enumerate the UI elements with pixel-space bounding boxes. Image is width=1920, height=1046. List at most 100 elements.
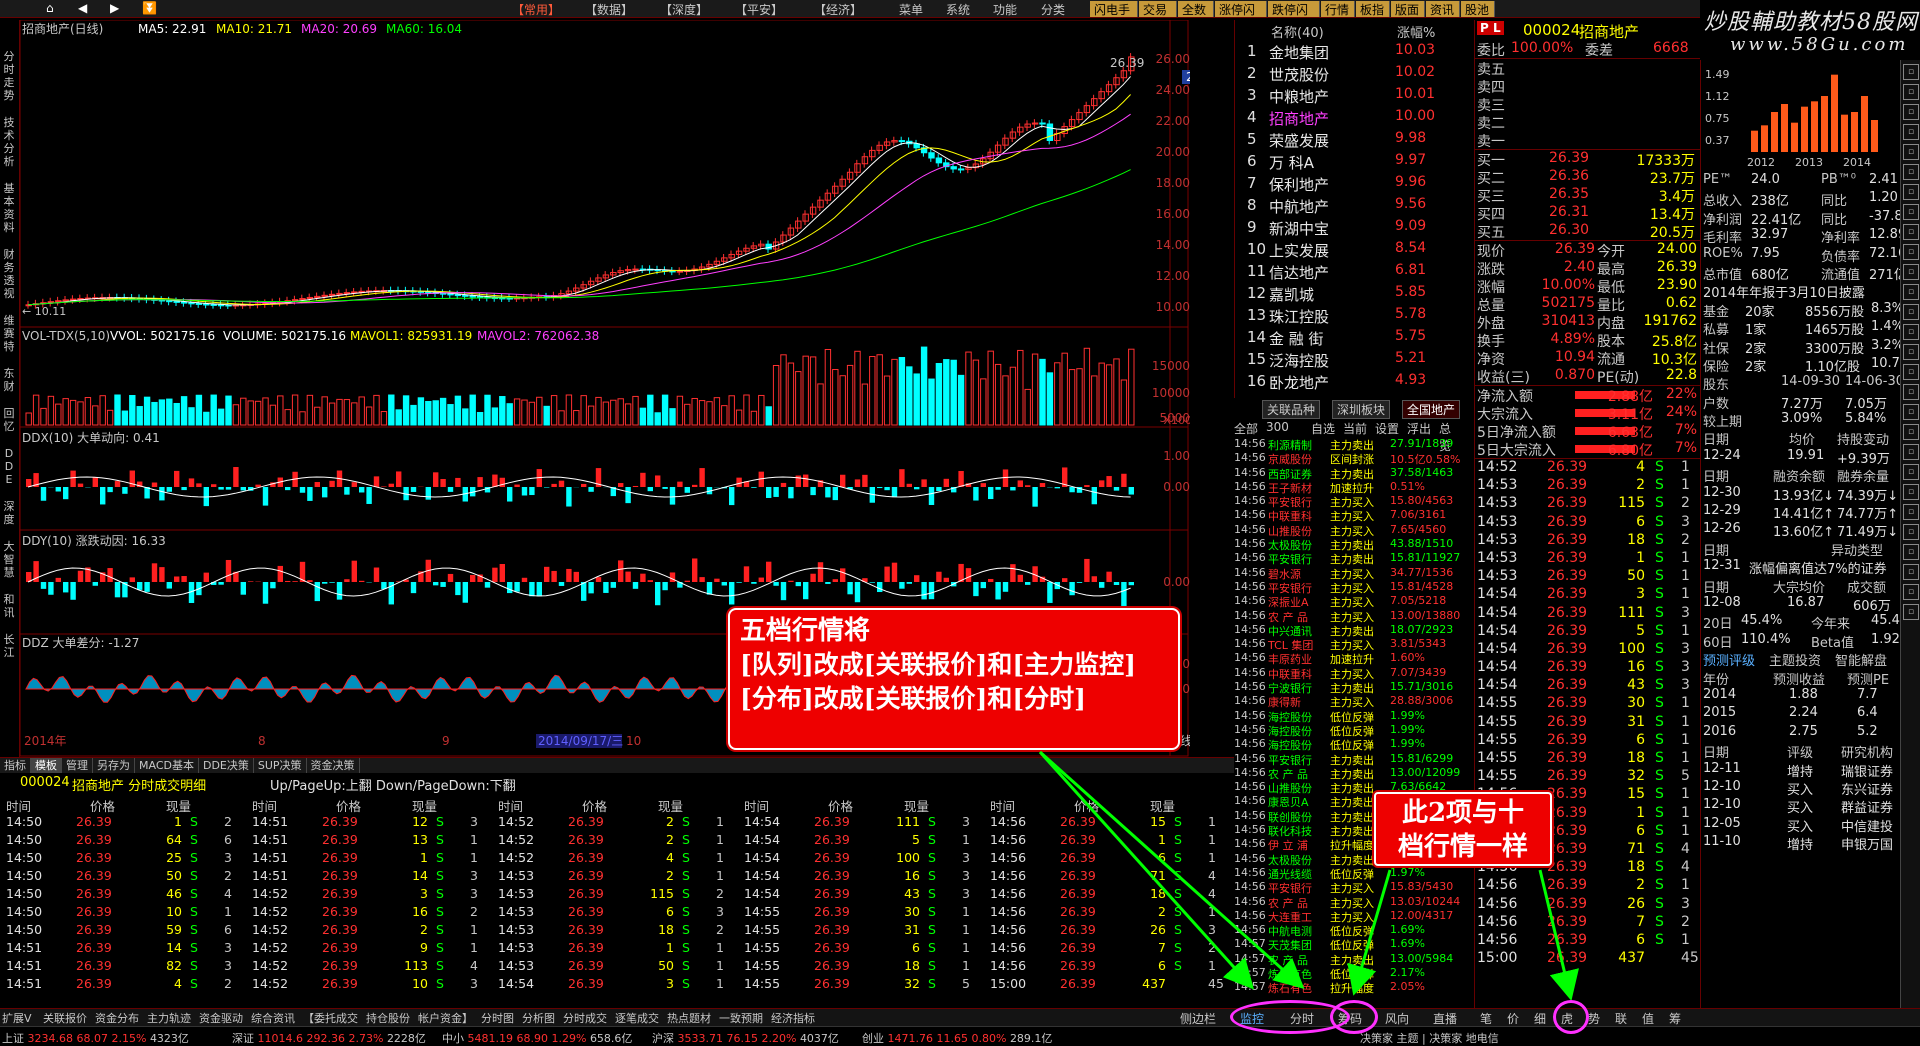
flow-row[interactable]: 14:56 海控股份 低位反弹 1.99% (1234, 709, 1460, 724)
flow-row[interactable]: 14:57 天茂集团 低位反弹 1.69% (1234, 937, 1460, 952)
indicator-tab-0[interactable]: 指标 (0, 758, 31, 773)
rank-row[interactable]: 6万 科A 9.97 (1235, 150, 1460, 172)
left-tab-5[interactable]: 东财 (2, 367, 16, 393)
bottom-tab-15[interactable]: 经济指标 (771, 1010, 815, 1026)
indicator-tab-5[interactable]: DDE决策 (199, 758, 254, 773)
side-tab-5[interactable]: 直播 (1433, 1010, 1457, 1027)
flow-row[interactable]: 14:56 太极股份 主力卖出 43.88/1510 (1234, 537, 1460, 552)
rank-row[interactable]: 2 世茂股份 10.02 (1235, 62, 1460, 84)
flow-row[interactable]: 14:56 京威股份 区间封涨 10.5亿0.58% (1234, 451, 1460, 466)
quick-tab-3[interactable]: 涨停闪卖 (1215, 1, 1267, 34)
bottom-tab-10[interactable]: 分析图 (522, 1010, 555, 1026)
tool-icon[interactable]: ▫ (1903, 84, 1919, 100)
flow-row[interactable]: 14:56 宁波银行 主力卖出 15.71/3016 (1234, 680, 1460, 695)
home-icon[interactable]: ⌂ (44, 1, 56, 17)
quote-tab-0[interactable]: 笔 (1480, 1010, 1492, 1027)
index-3[interactable]: 沪深 3533.71 76.15 2.20% 4037亿 (652, 1030, 839, 1046)
flow-row[interactable]: 14:56 王子新材 加速拉升 0.51% (1234, 480, 1460, 495)
left-tab-7[interactable]: DDE (2, 447, 16, 486)
tool-icon[interactable]: ▫ (1903, 104, 1919, 120)
tool-icon[interactable]: ▫ (1903, 384, 1919, 400)
bottom-tab-11[interactable]: 分时成交 (563, 1010, 607, 1026)
tool-icon[interactable]: ▫ (1903, 124, 1919, 140)
tool-icon[interactable]: ▫ (1903, 164, 1919, 180)
tool-icon[interactable]: ▫ (1903, 544, 1919, 560)
rank-row[interactable]: 11 信达地产 6.81 (1235, 260, 1460, 282)
index-0[interactable]: 上证 3234.68 68.07 2.15% 4323亿 (2, 1030, 189, 1046)
rank-row[interactable]: 15 泛海控股 5.21 (1235, 348, 1460, 370)
tool-icon[interactable]: ▫ (1903, 324, 1919, 340)
quick-tab-1[interactable]: 交易 (1139, 1, 1177, 17)
bottom-tab-0[interactable]: 扩展V (2, 1010, 32, 1026)
quote-tab-4[interactable]: 势 (1588, 1010, 1600, 1027)
flow-row[interactable]: 14:57 炼石有色 低位反弹 2.17% (1234, 966, 1460, 981)
rank-row[interactable]: 5 荣盛发展 9.98 (1235, 128, 1460, 150)
tool-icon[interactable]: ▫ (1903, 424, 1919, 440)
left-tab-8[interactable]: 深度 (2, 500, 16, 526)
left-tab-2[interactable]: 基本资料 (2, 182, 16, 234)
rank-row[interactable]: 1 金地集团 10.03 (1235, 40, 1460, 62)
tool-icon[interactable]: ▫ (1903, 244, 1919, 260)
quote-tab-1[interactable]: 价 (1507, 1010, 1519, 1027)
rank-row[interactable]: 12 嘉凯城 5.85 (1235, 282, 1460, 304)
flow-row[interactable]: 14:56 西部证券 主力卖出 37.58/1463 (1234, 466, 1460, 481)
flow-filter-1[interactable]: 300 (1266, 420, 1289, 434)
flow-row[interactable]: 14:56 中航电测 低位反弹 1.69% (1234, 923, 1460, 938)
rank-row[interactable]: 8 中航地产 9.56 (1235, 194, 1460, 216)
bottom-tab-2[interactable]: 资金分布 (95, 1010, 139, 1026)
index-1[interactable]: 深证 11014.6 292.36 2.73% 2228亿 (232, 1030, 426, 1046)
left-tab-4[interactable]: 维赛特 (2, 314, 16, 353)
quote-tab-5[interactable]: 联 (1615, 1010, 1627, 1027)
tool-icon[interactable]: ▫ (1903, 584, 1919, 600)
quote-tab-7[interactable]: 筹 (1669, 1010, 1681, 1027)
flow-row[interactable]: 14:56 农 产 品主力买入 13.03/10244 (1234, 895, 1460, 910)
flow-row[interactable]: 14:56 利源精制 主力卖出 27.91/1839 (1234, 437, 1460, 452)
flow-row[interactable]: 14:56 平安银行 主力卖出 15.81/6299 (1234, 752, 1460, 767)
flow-filter-5[interactable]: 浮出 (1407, 420, 1431, 437)
bottom-tab-3[interactable]: 主力轨迹 (147, 1010, 191, 1026)
bottom-tab-14[interactable]: 一致预期 (719, 1010, 763, 1026)
flow-row[interactable]: 14:56 中联重科 主力买入 7.06/3161 (1234, 508, 1460, 523)
tool-icon[interactable]: ▫ (1903, 464, 1919, 480)
rank-row[interactable]: 7 保利地产 9.96 (1235, 172, 1460, 194)
bottom-tab-5[interactable]: 综合资讯 (251, 1010, 295, 1026)
rank-row[interactable]: 14 金 融 街 5.75 (1235, 326, 1460, 348)
flow-row[interactable]: 14:56 中兴通讯 主力卖出 18.07/2923 (1234, 623, 1460, 638)
collapse-icon[interactable]: ⏬ (140, 1, 159, 17)
flow-row[interactable]: 14:56 农 产 品主力卖出 13.00/12099 (1234, 766, 1460, 781)
flow-row[interactable]: 14:56 通光线缆 低位反弹 1.97% (1234, 866, 1460, 881)
flow-row[interactable]: 14:56 中联重科 主力买入 7.07/3439 (1234, 666, 1460, 681)
menu-item-2[interactable]: 【深度】 (658, 1, 710, 17)
rank-tab-2[interactable]: 全国地产 (1402, 400, 1460, 419)
indicator-tab-2[interactable]: 管理 (62, 758, 93, 773)
side-tab-0[interactable]: 侧边栏 (1180, 1010, 1216, 1027)
rank-row[interactable]: 10 上实发展 8.54 (1235, 238, 1460, 260)
quick-tab-2[interactable]: 全数 (1178, 1, 1214, 17)
forward-icon[interactable]: ▶ (108, 1, 121, 17)
rank-row[interactable]: 16 卧龙地产 4.93 (1235, 370, 1460, 392)
tool-icon[interactable]: ▫ (1903, 184, 1919, 200)
indicator-tab-7[interactable]: 资金决策 (307, 758, 360, 773)
menu-item-1[interactable]: 【数据】 (583, 1, 635, 17)
menu-item-4[interactable]: 【经济】 (812, 1, 864, 17)
tool-icon[interactable]: ▫ (1903, 264, 1919, 280)
flow-row[interactable]: 14:56 碧水源 主力买入 34.77/1536 (1234, 566, 1460, 581)
menu-item-3[interactable]: 【平安】 (733, 1, 785, 17)
bottom-tab-6[interactable]: 【委托成交 (303, 1010, 358, 1026)
bottom-tab-1[interactable]: 关联报价 (43, 1010, 87, 1026)
forecast-tab-0[interactable]: 预测评级 (1703, 650, 1755, 669)
flow-filter-3[interactable]: 当前 (1343, 420, 1367, 437)
rank-row[interactable]: 4 招商地产 10.00 (1235, 106, 1460, 128)
flow-filter-0[interactable]: 全部 (1234, 420, 1258, 437)
bottom-tab-12[interactable]: 逐笔成交 (615, 1010, 659, 1026)
tool-icon[interactable]: ▫ (1903, 504, 1919, 520)
flow-row[interactable]: 14:56 平安银行 主力卖出 15.81/11927 (1234, 551, 1460, 566)
menu-item-5[interactable]: 菜单 (897, 1, 925, 17)
flow-row[interactable]: 14:57 农 产 品主力卖出 13.00/5984 (1234, 952, 1460, 967)
flow-row[interactable]: 14:56 康得新 主力买入 28.88/3006 (1234, 694, 1460, 709)
flow-row[interactable]: 14:56 海控股份 低位反弹 1.99% (1234, 723, 1460, 738)
menu-item-7[interactable]: 功能 (991, 1, 1019, 17)
quick-tab-0[interactable]: 闪电手 (1090, 1, 1138, 17)
indicator-tab-4[interactable]: MACD基本 (135, 758, 199, 773)
side-tab-4[interactable]: 风向 (1385, 1010, 1409, 1027)
